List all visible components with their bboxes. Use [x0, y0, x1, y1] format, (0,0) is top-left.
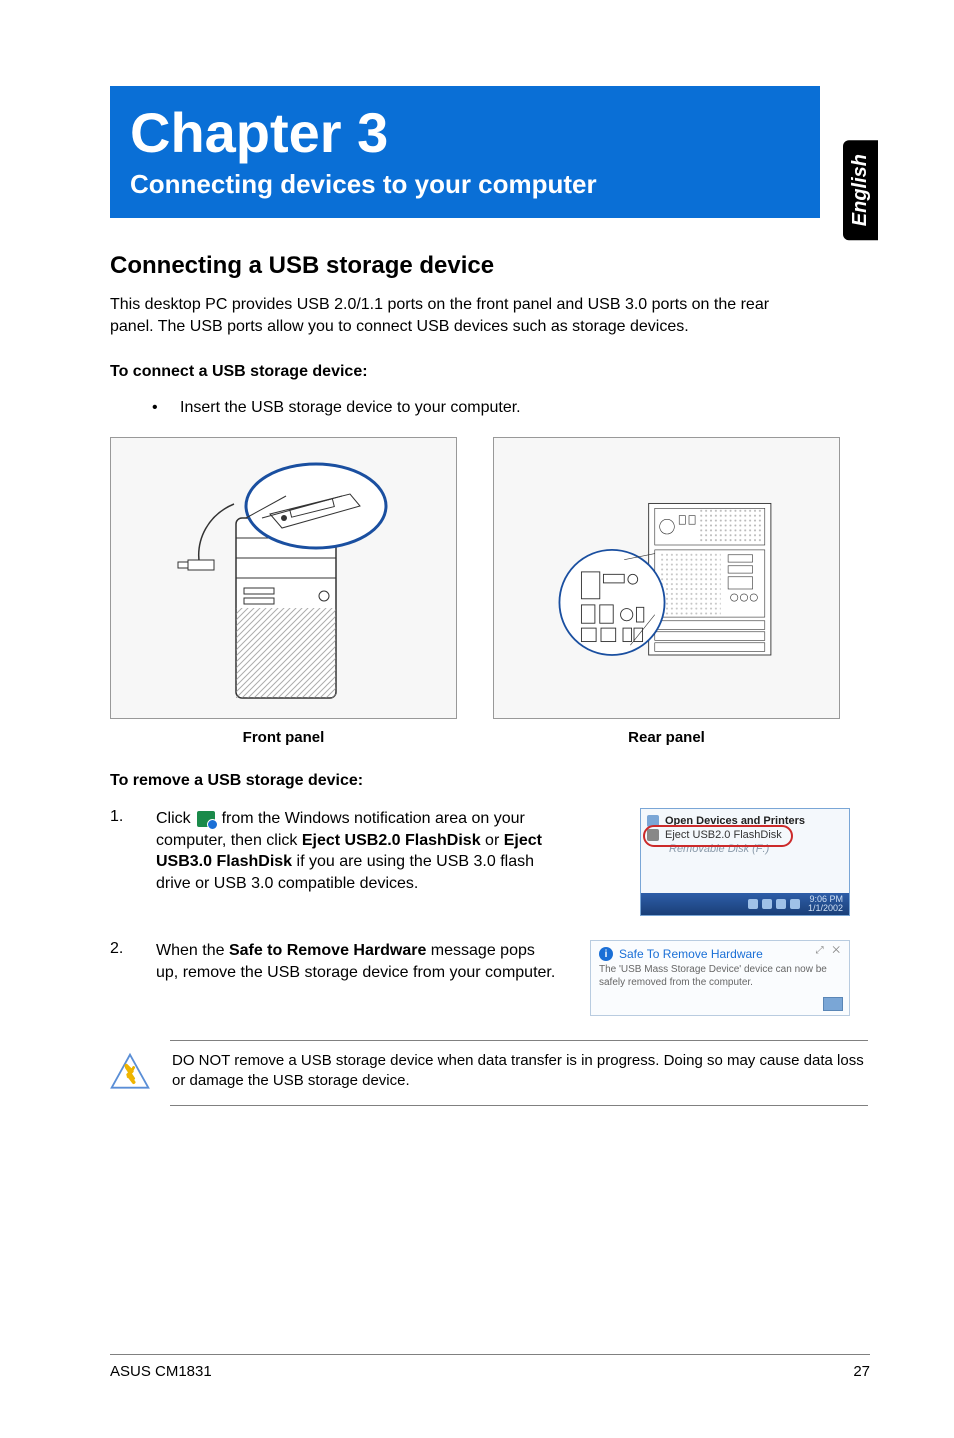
tray-icons	[748, 899, 800, 909]
front-panel-figure: Front panel	[110, 437, 457, 746]
section-intro: This desktop PC provides USB 2.0/1.1 por…	[110, 294, 810, 337]
step-text: When the Safe to Remove Hardware message…	[156, 940, 556, 1016]
balloon-title-text: Safe To Remove Hardware	[619, 947, 763, 961]
balloon-title: i Safe To Remove Hardware	[599, 947, 841, 961]
connect-bullet: • Insert the USB storage device to your …	[110, 399, 870, 417]
section-title: Connecting a USB storage device	[110, 252, 870, 280]
front-tower-icon	[174, 448, 394, 708]
balloon-close-icon: ⤢ ✕	[816, 945, 843, 956]
taskbar: 9:06 PM 1/1/2002	[641, 893, 849, 915]
language-tab: English	[843, 140, 878, 240]
step1-bold1: Eject USB2.0 FlashDisk	[302, 832, 481, 849]
front-panel-caption: Front panel	[243, 729, 325, 746]
caution-note: DO NOT remove a USB storage device when …	[170, 1040, 868, 1106]
step-number: 1.	[110, 808, 156, 916]
safely-remove-tray-icon	[197, 811, 215, 827]
red-highlight-circle	[643, 825, 793, 847]
remove-heading: To remove a USB storage device:	[110, 772, 870, 790]
balloon-corner-icon	[823, 997, 843, 1011]
chapter-subtitle: Connecting devices to your computer	[130, 169, 800, 200]
footer-page-number: 27	[853, 1363, 870, 1380]
taskbar-date: 1/1/2002	[808, 904, 843, 913]
step-text: Click from the Windows notification area…	[156, 808, 556, 916]
bullet-dot: •	[110, 399, 180, 417]
step2-bold: Safe to Remove Hardware	[229, 942, 426, 959]
step1-pre: Click	[156, 810, 195, 827]
balloon-body: The 'USB Mass Storage Device' device can…	[599, 963, 841, 989]
front-panel-illustration	[110, 437, 457, 719]
remove-step-2: 2. When the Safe to Remove Hardware mess…	[110, 940, 850, 1016]
remove-step-1: 1. Click from the Windows notification a…	[110, 808, 850, 916]
rear-panel-caption: Rear panel	[628, 729, 705, 746]
caution-text: DO NOT remove a USB storage device when …	[172, 1051, 868, 1092]
safe-to-remove-screenshot: ⤢ ✕ i Safe To Remove Hardware The 'USB M…	[590, 940, 850, 1016]
page-footer: ASUS CM1831 27	[110, 1354, 870, 1380]
rear-tower-icon	[557, 448, 777, 708]
rear-panel-figure: Rear panel	[493, 437, 840, 746]
menu-eject-flashdisk: Eject USB2.0 FlashDisk	[647, 829, 843, 841]
step1-or: or	[485, 832, 504, 849]
chapter-title: Chapter 3	[130, 100, 800, 165]
eject-menu-screenshot: Open Devices and Printers Eject USB2.0 F…	[640, 808, 850, 916]
connect-bullet-text: Insert the USB storage device to your co…	[180, 399, 521, 417]
connect-heading: To connect a USB storage device:	[110, 363, 870, 381]
caution-icon	[108, 1051, 152, 1095]
rear-panel-illustration	[493, 437, 840, 719]
chapter-banner: Chapter 3 Connecting devices to your com…	[110, 86, 820, 218]
step-number: 2.	[110, 940, 156, 1016]
footer-product: ASUS CM1831	[110, 1363, 212, 1380]
info-icon: i	[599, 947, 613, 961]
step2-pre: When the	[156, 942, 229, 959]
